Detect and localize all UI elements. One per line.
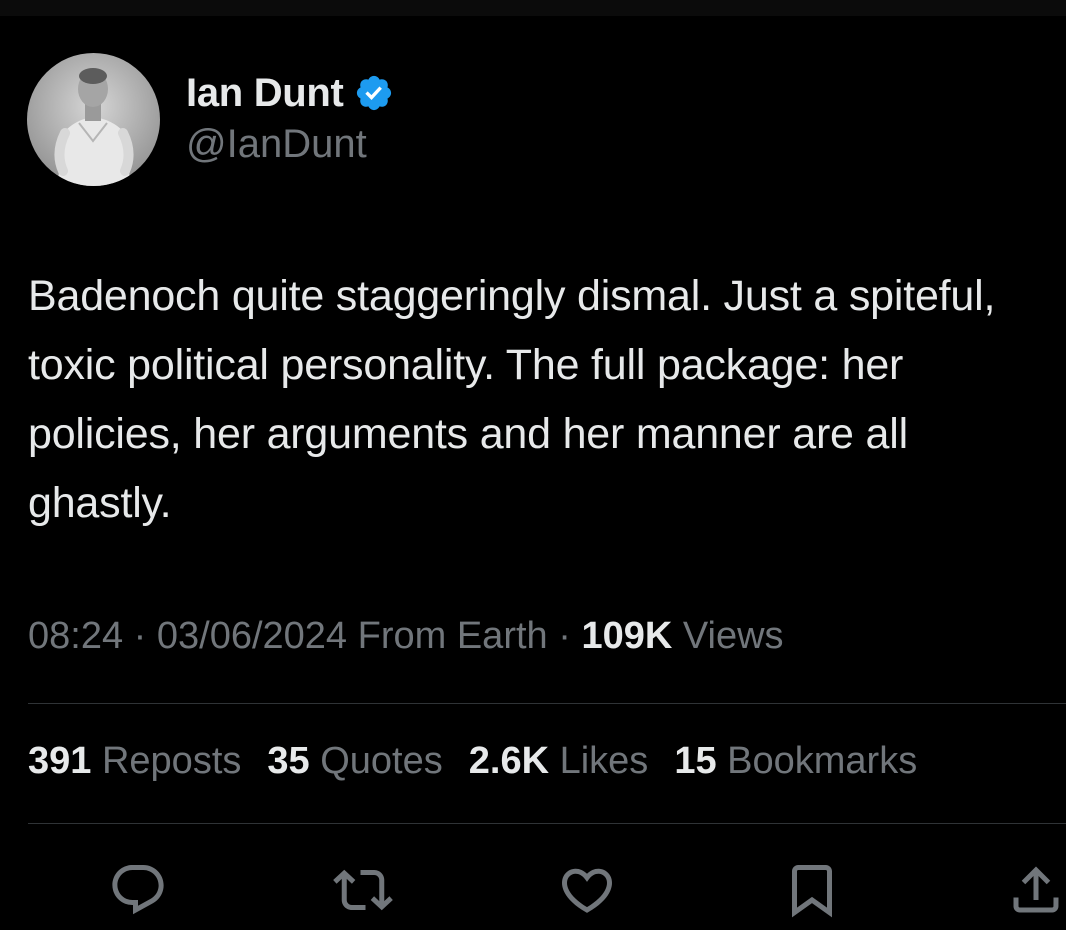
verified-badge-icon[interactable] — [354, 73, 394, 113]
reposts-stat[interactable]: 391 Reposts — [28, 740, 241, 783]
profile-photo — [27, 53, 160, 186]
quotes-stat[interactable]: 35 Quotes — [267, 740, 442, 783]
likes-label: Likes — [559, 740, 649, 782]
views-label: Views — [682, 615, 784, 657]
avatar[interactable] — [27, 53, 160, 186]
tweet-time[interactable]: 08:24 — [28, 615, 123, 657]
bookmarks-label: Bookmarks — [727, 740, 918, 782]
like-icon[interactable] — [557, 860, 617, 920]
tweet-date[interactable]: 03/06/2024 — [157, 615, 347, 657]
tweet-source: From Earth — [357, 615, 548, 657]
divider — [28, 703, 1066, 704]
tweet-text: Badenoch quite staggeringly dismal. Just… — [28, 272, 996, 527]
views-count: 109K — [581, 615, 673, 657]
reposts-count: 391 — [28, 740, 92, 782]
quotes-count: 35 — [267, 740, 310, 782]
reply-icon[interactable] — [108, 860, 168, 920]
meta-separator: · — [547, 615, 582, 657]
quotes-label: Quotes — [320, 740, 443, 782]
engagement-stats: 391 Reposts 35 Quotes 2.6K Likes 15 Book… — [28, 740, 917, 783]
author-display-name[interactable]: Ian Dunt — [186, 71, 344, 116]
likes-stat[interactable]: 2.6K Likes — [469, 740, 649, 783]
meta-separator: · — [123, 615, 157, 657]
author-handle[interactable]: @IanDunt — [186, 122, 367, 167]
top-strip — [0, 0, 1066, 16]
reposts-label: Reposts — [101, 740, 242, 782]
bookmarks-count: 15 — [674, 740, 717, 782]
divider — [28, 823, 1066, 824]
author-name-row: Ian Dunt — [186, 68, 394, 118]
bookmark-icon[interactable] — [782, 860, 842, 920]
bookmarks-stat[interactable]: 15 Bookmarks — [674, 740, 917, 783]
share-icon[interactable] — [1006, 860, 1066, 920]
repost-icon[interactable] — [333, 860, 393, 920]
tweet-meta: 08:24 · 03/06/2024 From Earth · 109K Vie… — [28, 615, 784, 658]
likes-count: 2.6K — [468, 740, 550, 782]
